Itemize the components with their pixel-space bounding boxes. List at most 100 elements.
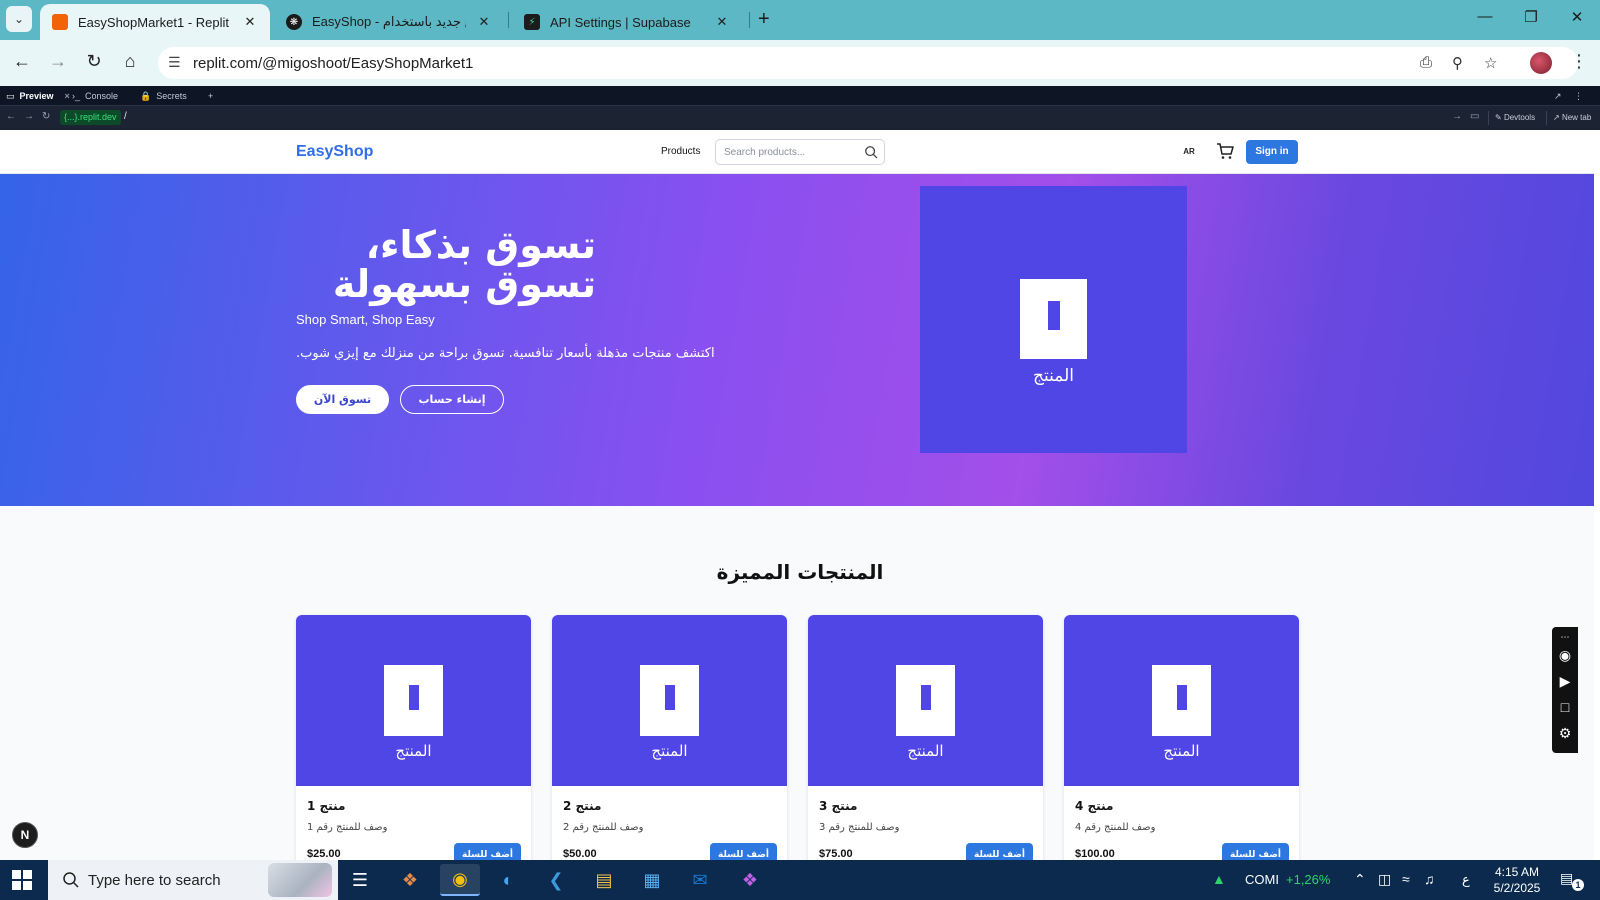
copilot-icon[interactable]: ❖ <box>390 864 430 896</box>
minimize-icon[interactable]: — <box>1470 8 1500 25</box>
devtools-label: Devtools <box>1503 113 1536 122</box>
cart-icon[interactable] <box>1215 141 1235 161</box>
product-image: المنتج <box>552 615 787 786</box>
more-options-icon[interactable]: ⋯ <box>1557 629 1573 645</box>
tab-close-icon[interactable]: ✕ <box>242 14 258 30</box>
address-url[interactable]: replit.com/@migoshoot/EasyShopMarket1 <box>193 55 473 72</box>
product-placeholder-icon <box>1020 279 1087 359</box>
product-name[interactable]: منتج 4 <box>1075 799 1113 813</box>
site-header: EasyShop Products AR Sign in <box>0 130 1594 174</box>
task-view-icon[interactable]: ☰ <box>340 864 380 896</box>
more-icon[interactable]: ⋮ <box>1568 86 1583 106</box>
wifi-icon[interactable]: ≈ <box>1402 871 1410 887</box>
tab-search-chevron-icon[interactable]: ⌄ <box>6 6 32 32</box>
replit-tab-console[interactable]: ›_ Console <box>66 86 118 106</box>
settings-gear-icon[interactable]: ⚙ <box>1557 725 1573 741</box>
hero-description: اكتشف منتجات مذهلة بأسعار تنافسية. تسوق … <box>296 346 715 361</box>
create-account-button[interactable]: إنشاء حساب <box>400 385 504 414</box>
video-camera-icon[interactable]: ▶ <box>1557 673 1573 689</box>
search-input[interactable] <box>724 140 859 164</box>
nextjs-dev-badge[interactable]: N <box>12 822 38 848</box>
new-tab-plus-icon[interactable]: + <box>758 8 770 31</box>
m365-icon[interactable]: ❖ <box>730 864 770 896</box>
volume-icon[interactable]: ♫ <box>1424 871 1435 887</box>
preview-path[interactable]: / <box>124 111 127 122</box>
replit-tab-label: Preview <box>19 91 54 101</box>
hero-title-line: تسوق بسهولة <box>332 262 596 306</box>
file-explorer-icon[interactable]: ▤ <box>584 864 624 896</box>
replit-pane-tabs: ▭ Preview × ›_ Console 🔒 Secrets + ↗ ⋮ <box>0 86 1600 106</box>
back-arrow-icon[interactable]: ← <box>6 111 16 122</box>
search-box <box>715 139 885 165</box>
chrome-icon[interactable]: ◉ <box>440 864 480 896</box>
product-price: $25.00 <box>307 848 341 860</box>
nav-products-link[interactable]: Products <box>661 146 700 157</box>
microsoft-store-icon[interactable]: ▦ <box>632 864 672 896</box>
vscode-icon[interactable]: ❮ <box>536 864 576 896</box>
windows-taskbar: Type here to search ☰ ❖ ◉ ◐ ❮ ▤ ▦ ✉ ❖ ▲ … <box>0 860 1600 900</box>
back-arrow-icon[interactable]: ← <box>10 51 34 72</box>
forward-arrow-icon[interactable]: → <box>46 51 70 72</box>
screen-icon[interactable]: ▭ <box>1470 111 1479 122</box>
expand-icon[interactable]: ↗ <box>1548 86 1562 106</box>
chevron-up-icon[interactable]: ⌃ <box>1354 871 1366 888</box>
search-icon[interactable] <box>864 145 878 159</box>
bookmark-star-icon[interactable]: ☆ <box>1484 54 1497 72</box>
replit-tab-secrets[interactable]: 🔒 Secrets <box>134 86 187 106</box>
replit-tab-preview[interactable]: ▭ Preview × <box>0 86 70 106</box>
address-bar[interactable]: ☰ replit.com/@migoshoot/EasyShopMarket1 … <box>158 47 1578 79</box>
product-description: وصف للمنتج رقم 2 <box>563 822 644 833</box>
replit-preview-urlbar: ← → ↻ {...}.replit.dev / → ▭ ✎ Devtools … <box>0 106 1600 130</box>
brand-logo[interactable]: EasyShop <box>296 143 373 161</box>
sign-in-button[interactable]: Sign in <box>1246 140 1298 164</box>
window-close-icon[interactable]: ✕ <box>1562 8 1592 26</box>
outlook-icon[interactable]: ✉ <box>680 864 720 896</box>
window-capture-icon[interactable]: □ <box>1557 699 1573 715</box>
open-external-icon[interactable]: → <box>1452 111 1462 122</box>
forward-arrow-icon[interactable]: → <box>24 111 34 122</box>
replit-add-tab-icon[interactable]: + <box>202 86 213 106</box>
hero-section: تسوق بذكاء، تسوق بسهولة Shop Smart, Shop… <box>0 174 1594 506</box>
input-language-indicator[interactable]: ع <box>1462 872 1470 888</box>
zoom-icon[interactable]: ⚲ <box>1452 54 1463 72</box>
browser-menu-icon[interactable]: ⋮ <box>1570 51 1588 72</box>
preview-domain[interactable]: {...}.replit.dev <box>60 110 121 125</box>
browser-tab-chatgpt[interactable]: ❋ EasyShop - موقع جديد باستخدام ✕ <box>274 4 504 40</box>
clock-time: 4:15 AM <box>1494 865 1540 879</box>
reload-icon[interactable]: ↻ <box>42 111 50 122</box>
site-settings-icon[interactable]: ☰ <box>168 54 181 71</box>
product-card[interactable]: المنتج منتج 2 وصف للمنتج رقم 2 $50.00 أض… <box>552 615 787 875</box>
stock-name[interactable]: COMI <box>1245 872 1279 887</box>
language-toggle[interactable]: AR <box>1178 142 1200 162</box>
browser-tab-replit[interactable]: EasyShopMarket1 - Replit ✕ <box>40 4 270 40</box>
taskbar-clock[interactable]: 4:15 AM 5/2/2025 <box>1484 864 1550 896</box>
product-name[interactable]: منتج 3 <box>819 799 857 813</box>
tab-close-icon[interactable]: ✕ <box>476 14 492 30</box>
windows-start-icon[interactable] <box>12 870 32 890</box>
new-tab-button[interactable]: ↗ New tab <box>1546 111 1591 125</box>
product-card[interactable]: المنتج منتج 1 وصف للمنتج رقم 1 $25.00 أض… <box>296 615 531 875</box>
taskbar-search[interactable]: Type here to search <box>48 860 338 900</box>
product-card[interactable]: المنتج منتج 4 وصف للمنتج رقم 4 $100.00 أ… <box>1064 615 1299 875</box>
camera-icon[interactable]: ◉ <box>1557 647 1573 663</box>
shop-now-button[interactable]: تسوق الآن <box>296 385 389 414</box>
install-app-icon[interactable]: ⎙ <box>1420 54 1432 71</box>
profile-avatar[interactable] <box>1530 52 1552 74</box>
restore-icon[interactable]: ❐ <box>1516 8 1546 26</box>
product-name[interactable]: منتج 1 <box>307 799 345 813</box>
product-card[interactable]: المنتج منتج 3 وصف للمنتج رقم 3 $75.00 أض… <box>808 615 1043 875</box>
reload-icon[interactable]: ↻ <box>82 51 106 72</box>
tab-close-icon[interactable]: ✕ <box>714 14 730 30</box>
replit-tab-label: Console <box>85 91 119 101</box>
tab-separator <box>508 12 509 28</box>
new-tab-label: New tab <box>1561 113 1592 122</box>
devtools-button[interactable]: ✎ Devtools <box>1488 111 1535 125</box>
home-icon[interactable]: ⌂ <box>118 51 142 72</box>
product-name[interactable]: منتج 2 <box>563 799 601 813</box>
product-image: المنتج <box>808 615 1043 786</box>
device-icon[interactable]: ◫ <box>1378 871 1391 888</box>
stock-change[interactable]: +1,26% <box>1286 872 1330 887</box>
edge-icon[interactable]: ◐ <box>488 864 528 896</box>
hero-title-line: تسوق بذكاء، <box>365 223 596 267</box>
browser-tab-supabase[interactable]: ⚡ API Settings | Supabase ✕ <box>512 4 742 40</box>
